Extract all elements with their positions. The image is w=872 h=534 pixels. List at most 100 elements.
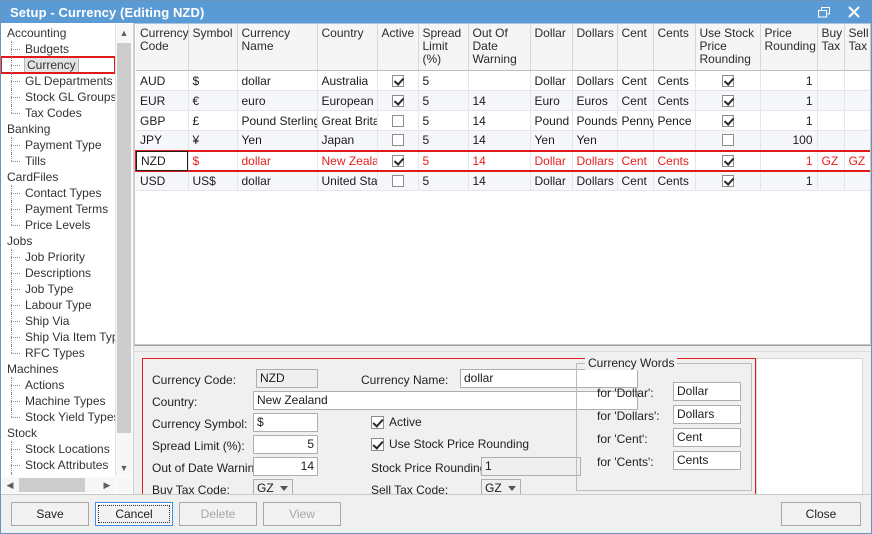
grid-cell-price-rounding[interactable]: 1: [760, 171, 817, 191]
table-row[interactable]: GBP£Pound SterlingGreat Britai514PoundPo…: [136, 111, 871, 131]
grid-cell-dollar[interactable]: Dollar: [530, 71, 572, 91]
grid-cell-buy-tax[interactable]: [817, 171, 844, 191]
grid-cell-spread[interactable]: 5: [418, 91, 468, 111]
grid-cell-buy-tax[interactable]: [817, 71, 844, 91]
grid-column-header[interactable]: Country: [317, 24, 377, 71]
sidebar-item-job-type[interactable]: Job Type: [1, 281, 115, 297]
grid-cell-cent[interactable]: Cent: [617, 151, 653, 171]
grid-cell-rounding-on[interactable]: [695, 151, 760, 171]
grid-cell-cents[interactable]: [653, 131, 695, 151]
stock-price-rounding-input[interactable]: 1: [481, 457, 581, 476]
grid-cell-cent[interactable]: Cent: [617, 71, 653, 91]
checkbox-icon[interactable]: [722, 134, 734, 146]
grid-cell-rounding-on[interactable]: [695, 111, 760, 131]
sidebar-item-currency[interactable]: Currency: [1, 57, 115, 73]
grid-cell-spread[interactable]: 5: [418, 71, 468, 91]
grid-cell-rounding-on[interactable]: [695, 91, 760, 111]
grid-cell-symbol[interactable]: US$: [188, 171, 237, 191]
grid-cell-code[interactable]: NZD: [136, 151, 188, 171]
checkbox-icon[interactable]: [392, 134, 404, 146]
sidebar-item-stock-bins[interactable]: Stock Bins: [1, 473, 115, 476]
scroll-right-icon[interactable]: ▶: [99, 477, 115, 493]
grid-cell-dollar[interactable]: Dollar: [530, 151, 572, 171]
grid-cell-price-rounding[interactable]: 1: [760, 91, 817, 111]
grid-cell-cent[interactable]: Penny: [617, 111, 653, 131]
delete-button[interactable]: Delete: [179, 502, 257, 526]
grid-cell-spread[interactable]: 5: [418, 131, 468, 151]
grid-cell-cents[interactable]: Pence: [653, 111, 695, 131]
scroll-down-icon[interactable]: ▼: [116, 459, 132, 476]
grid-cell-country[interactable]: New Zealan: [317, 151, 377, 171]
grid-cell-spread[interactable]: 5: [418, 151, 468, 171]
grid-cell-cents[interactable]: Cents: [653, 151, 695, 171]
grid-cell-sell-tax[interactable]: [844, 91, 871, 111]
sidebar-item-rfc-types[interactable]: RFC Types: [1, 345, 115, 361]
grid-cell-price-rounding[interactable]: 100: [760, 131, 817, 151]
close-icon[interactable]: [839, 2, 869, 22]
grid-cell-cent[interactable]: Cent: [617, 171, 653, 191]
grid-cell-symbol[interactable]: $: [188, 151, 237, 171]
grid-cell-symbol[interactable]: £: [188, 111, 237, 131]
save-button[interactable]: Save: [11, 502, 89, 526]
grid-cell-dollar[interactable]: Euro: [530, 91, 572, 111]
grid-cell-sell-tax[interactable]: [844, 171, 871, 191]
grid-cell-rounding-on[interactable]: [695, 171, 760, 191]
sidebar-item-gl-departments[interactable]: GL Departments: [1, 73, 115, 89]
sidebar-item-descriptions[interactable]: Descriptions: [1, 265, 115, 281]
sidebar-item-labour-type[interactable]: Labour Type: [1, 297, 115, 313]
currency-code-input[interactable]: NZD: [256, 369, 318, 388]
grid-cell-spread[interactable]: 5: [418, 171, 468, 191]
grid-cell-symbol[interactable]: ¥: [188, 131, 237, 151]
pane-splitter[interactable]: [134, 345, 871, 352]
table-row[interactable]: JPY¥YenJapan514YenYen100: [136, 131, 871, 151]
grid-cell-spread[interactable]: 5: [418, 111, 468, 131]
grid-cell-symbol[interactable]: €: [188, 91, 237, 111]
grid-column-header[interactable]: Currency Code: [136, 24, 188, 71]
grid-cell-sell-tax[interactable]: [844, 131, 871, 151]
grid-cell-outofdate[interactable]: 14: [468, 111, 530, 131]
sidebar-item-contact-types[interactable]: Contact Types: [1, 185, 115, 201]
grid-cell-rounding-on[interactable]: [695, 131, 760, 151]
grid-cell-country[interactable]: United Stat: [317, 171, 377, 191]
table-row[interactable]: EUR€euroEuropean U514EuroEurosCentCents1: [136, 91, 871, 111]
sidebar-item-jobs[interactable]: Jobs: [1, 233, 115, 249]
grid-cell-cent[interactable]: Cent: [617, 91, 653, 111]
sidebar-item-stock[interactable]: Stock: [1, 425, 115, 441]
grid-cell-outofdate[interactable]: 14: [468, 151, 530, 171]
grid-cell-outofdate[interactable]: 14: [468, 91, 530, 111]
grid-column-header[interactable]: Cents: [653, 24, 695, 71]
grid-cell-active[interactable]: [377, 171, 418, 191]
sidebar-item-budgets[interactable]: Budgets: [1, 41, 115, 57]
grid-cell-dollars[interactable]: Dollars: [572, 71, 617, 91]
word-cent-input[interactable]: Cent: [673, 428, 741, 447]
grid-cell-name[interactable]: Pound Sterling: [237, 111, 317, 131]
grid-cell-price-rounding[interactable]: 1: [760, 71, 817, 91]
grid-column-header[interactable]: Out Of Date Warning: [468, 24, 530, 71]
word-cents-input[interactable]: Cents: [673, 451, 741, 470]
grid-cell-dollar[interactable]: Dollar: [530, 171, 572, 191]
grid-column-header[interactable]: Use Stock Price Rounding: [695, 24, 760, 71]
vertical-scroll-thumb[interactable]: [117, 43, 131, 433]
grid-column-header[interactable]: Price Rounding: [760, 24, 817, 71]
grid-cell-active[interactable]: [377, 111, 418, 131]
sidebar-item-cardfiles[interactable]: CardFiles: [1, 169, 115, 185]
sidebar-item-job-priority[interactable]: Job Priority: [1, 249, 115, 265]
sidebar-item-machines[interactable]: Machines: [1, 361, 115, 377]
grid-column-header[interactable]: Cent: [617, 24, 653, 71]
sidebar-item-ship-via-item-types[interactable]: Ship Via Item Types: [1, 329, 115, 345]
sidebar-item-tills[interactable]: Tills: [1, 153, 115, 169]
grid-cell-dollar[interactable]: Pound: [530, 111, 572, 131]
checkbox-icon[interactable]: [722, 175, 734, 187]
grid-cell-rounding-on[interactable]: [695, 71, 760, 91]
table-row[interactable]: NZD$dollarNew Zealan514DollarDollarsCent…: [136, 151, 871, 171]
grid-cell-country[interactable]: Australia: [317, 71, 377, 91]
grid-column-header[interactable]: Buy Tax: [817, 24, 844, 71]
grid-cell-buy-tax[interactable]: [817, 131, 844, 151]
grid-cell-price-rounding[interactable]: 1: [760, 151, 817, 171]
grid-cell-name[interactable]: dollar: [237, 71, 317, 91]
grid-cell-name[interactable]: dollar: [237, 151, 317, 171]
checkbox-icon[interactable]: [392, 115, 404, 127]
sidebar-item-machine-types[interactable]: Machine Types: [1, 393, 115, 409]
checkbox-icon[interactable]: [722, 75, 734, 87]
grid-cell-symbol[interactable]: $: [188, 71, 237, 91]
